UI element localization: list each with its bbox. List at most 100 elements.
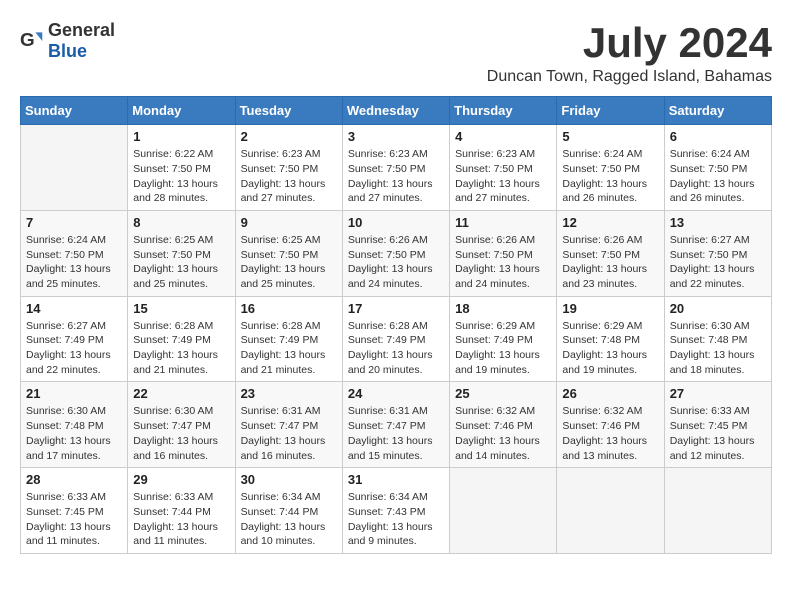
day-info: Sunrise: 6:28 AM Sunset: 7:49 PM Dayligh…	[241, 319, 337, 378]
calendar-cell: 8 Sunrise: 6:25 AM Sunset: 7:50 PM Daylig…	[128, 210, 235, 296]
calendar-cell: 17 Sunrise: 6:28 AM Sunset: 7:49 PM Dayli…	[342, 296, 449, 382]
header: G General Blue July 2024 Duncan Town, Ra…	[20, 20, 772, 86]
calendar-header: SundayMondayTuesdayWednesdayThursdayFrid…	[21, 97, 772, 125]
day-info: Sunrise: 6:27 AM Sunset: 7:49 PM Dayligh…	[26, 319, 122, 378]
day-number: 8	[133, 215, 229, 230]
day-info: Sunrise: 6:34 AM Sunset: 7:44 PM Dayligh…	[241, 490, 337, 549]
day-number: 19	[562, 301, 658, 316]
day-number: 6	[670, 129, 766, 144]
calendar-cell: 27Sunrise: 6:33 AM Sunset: 7:45 PM Dayli…	[664, 382, 771, 468]
calendar-cell	[664, 468, 771, 554]
calendar-cell: 6Sunrise: 6:24 AM Sunset: 7:50 PM Daylig…	[664, 125, 771, 211]
calendar-body: 1 Sunrise: 6:22 AM Sunset: 7:50 PM Daylig…	[21, 125, 772, 554]
title-area: July 2024 Duncan Town, Ragged Island, Ba…	[487, 20, 772, 86]
day-number: 27	[670, 386, 766, 401]
day-info: Sunrise: 6:26 AM Sunset: 7:50 PM Dayligh…	[348, 233, 444, 292]
day-number: 13	[670, 215, 766, 230]
day-info: Sunrise: 6:29 AM Sunset: 7:49 PM Dayligh…	[455, 319, 551, 378]
calendar-cell: 16 Sunrise: 6:28 AM Sunset: 7:49 PM Dayli…	[235, 296, 342, 382]
calendar-cell: 19 Sunrise: 6:29 AM Sunset: 7:48 PM Dayli…	[557, 296, 664, 382]
day-info: Sunrise: 6:28 AM Sunset: 7:49 PM Dayligh…	[348, 319, 444, 378]
header-day-monday: Monday	[128, 97, 235, 125]
day-info: Sunrise: 6:24 AM Sunset: 7:50 PM Dayligh…	[562, 147, 658, 206]
calendar-cell: 12 Sunrise: 6:26 AM Sunset: 7:50 PM Dayli…	[557, 210, 664, 296]
day-info: Sunrise: 6:32 AM Sunset: 7:46 PM Dayligh…	[562, 404, 658, 463]
day-info: Sunrise: 6:31 AM Sunset: 7:47 PM Dayligh…	[241, 404, 337, 463]
month-title: July 2024	[487, 20, 772, 66]
day-number: 17	[348, 301, 444, 316]
calendar-cell: 26 Sunrise: 6:32 AM Sunset: 7:46 PM Dayli…	[557, 382, 664, 468]
day-info: Sunrise: 6:26 AM Sunset: 7:50 PM Dayligh…	[562, 233, 658, 292]
day-number: 15	[133, 301, 229, 316]
day-info: Sunrise: 6:30 AM Sunset: 7:47 PM Dayligh…	[133, 404, 229, 463]
location-title: Duncan Town, Ragged Island, Bahamas	[487, 68, 772, 86]
day-info: Sunrise: 6:23 AM Sunset: 7:50 PM Dayligh…	[241, 147, 337, 206]
calendar-cell: 28Sunrise: 6:33 AM Sunset: 7:45 PM Dayli…	[21, 468, 128, 554]
calendar-cell: 23 Sunrise: 6:31 AM Sunset: 7:47 PM Dayli…	[235, 382, 342, 468]
day-number: 21	[26, 386, 122, 401]
day-number: 25	[455, 386, 551, 401]
day-number: 29	[133, 472, 229, 487]
calendar-cell: 15 Sunrise: 6:28 AM Sunset: 7:49 PM Dayli…	[128, 296, 235, 382]
calendar-cell: 21 Sunrise: 6:30 AM Sunset: 7:48 PM Dayli…	[21, 382, 128, 468]
day-number: 20	[670, 301, 766, 316]
calendar-cell: 29 Sunrise: 6:33 AM Sunset: 7:44 PM Dayli…	[128, 468, 235, 554]
week-row-1: 1 Sunrise: 6:22 AM Sunset: 7:50 PM Daylig…	[21, 125, 772, 211]
day-info: Sunrise: 6:33 AM Sunset: 7:44 PM Dayligh…	[133, 490, 229, 549]
calendar-cell: 14Sunrise: 6:27 AM Sunset: 7:49 PM Dayli…	[21, 296, 128, 382]
day-info: Sunrise: 6:31 AM Sunset: 7:47 PM Dayligh…	[348, 404, 444, 463]
logo-blue: Blue	[48, 41, 87, 61]
day-info: Sunrise: 6:27 AM Sunset: 7:50 PM Dayligh…	[670, 233, 766, 292]
day-number: 2	[241, 129, 337, 144]
day-info: Sunrise: 6:30 AM Sunset: 7:48 PM Dayligh…	[26, 404, 122, 463]
day-info: Sunrise: 6:23 AM Sunset: 7:50 PM Dayligh…	[348, 147, 444, 206]
calendar-cell: 22 Sunrise: 6:30 AM Sunset: 7:47 PM Dayli…	[128, 382, 235, 468]
calendar-cell	[557, 468, 664, 554]
calendar-cell	[21, 125, 128, 211]
day-number: 26	[562, 386, 658, 401]
header-day-thursday: Thursday	[450, 97, 557, 125]
day-info: Sunrise: 6:25 AM Sunset: 7:50 PM Dayligh…	[133, 233, 229, 292]
calendar-cell: 9Sunrise: 6:25 AM Sunset: 7:50 PM Daylig…	[235, 210, 342, 296]
day-info: Sunrise: 6:32 AM Sunset: 7:46 PM Dayligh…	[455, 404, 551, 463]
day-info: Sunrise: 6:26 AM Sunset: 7:50 PM Dayligh…	[455, 233, 551, 292]
day-info: Sunrise: 6:29 AM Sunset: 7:48 PM Dayligh…	[562, 319, 658, 378]
calendar-cell: 24 Sunrise: 6:31 AM Sunset: 7:47 PM Dayli…	[342, 382, 449, 468]
day-number: 5	[562, 129, 658, 144]
day-number: 4	[455, 129, 551, 144]
svg-text:G: G	[20, 29, 35, 50]
calendar-cell: 10Sunrise: 6:26 AM Sunset: 7:50 PM Dayli…	[342, 210, 449, 296]
day-number: 28	[26, 472, 122, 487]
calendar-cell: 7Sunrise: 6:24 AM Sunset: 7:50 PM Daylig…	[21, 210, 128, 296]
week-row-2: 7Sunrise: 6:24 AM Sunset: 7:50 PM Daylig…	[21, 210, 772, 296]
header-day-tuesday: Tuesday	[235, 97, 342, 125]
day-number: 30	[241, 472, 337, 487]
day-info: Sunrise: 6:28 AM Sunset: 7:49 PM Dayligh…	[133, 319, 229, 378]
day-info: Sunrise: 6:24 AM Sunset: 7:50 PM Dayligh…	[26, 233, 122, 292]
logo-general: General	[48, 20, 115, 40]
week-row-4: 21 Sunrise: 6:30 AM Sunset: 7:48 PM Dayli…	[21, 382, 772, 468]
day-info: Sunrise: 6:23 AM Sunset: 7:50 PM Dayligh…	[455, 147, 551, 206]
header-day-saturday: Saturday	[664, 97, 771, 125]
day-number: 9	[241, 215, 337, 230]
week-row-5: 28Sunrise: 6:33 AM Sunset: 7:45 PM Dayli…	[21, 468, 772, 554]
day-number: 1	[133, 129, 229, 144]
header-row: SundayMondayTuesdayWednesdayThursdayFrid…	[21, 97, 772, 125]
calendar-cell: 31 Sunrise: 6:34 AM Sunset: 7:43 PM Dayli…	[342, 468, 449, 554]
day-info: Sunrise: 6:34 AM Sunset: 7:43 PM Dayligh…	[348, 490, 444, 549]
day-number: 12	[562, 215, 658, 230]
day-info: Sunrise: 6:22 AM Sunset: 7:50 PM Dayligh…	[133, 147, 229, 206]
day-number: 22	[133, 386, 229, 401]
day-number: 31	[348, 472, 444, 487]
day-number: 24	[348, 386, 444, 401]
header-day-wednesday: Wednesday	[342, 97, 449, 125]
calendar-cell: 18Sunrise: 6:29 AM Sunset: 7:49 PM Dayli…	[450, 296, 557, 382]
day-number: 16	[241, 301, 337, 316]
calendar-cell: 11Sunrise: 6:26 AM Sunset: 7:50 PM Dayli…	[450, 210, 557, 296]
day-number: 23	[241, 386, 337, 401]
calendar-cell: 3Sunrise: 6:23 AM Sunset: 7:50 PM Daylig…	[342, 125, 449, 211]
calendar-table: SundayMondayTuesdayWednesdayThursdayFrid…	[20, 96, 772, 554]
header-day-sunday: Sunday	[21, 97, 128, 125]
calendar-cell: 13 Sunrise: 6:27 AM Sunset: 7:50 PM Dayli…	[664, 210, 771, 296]
logo-icon: G	[20, 29, 44, 53]
